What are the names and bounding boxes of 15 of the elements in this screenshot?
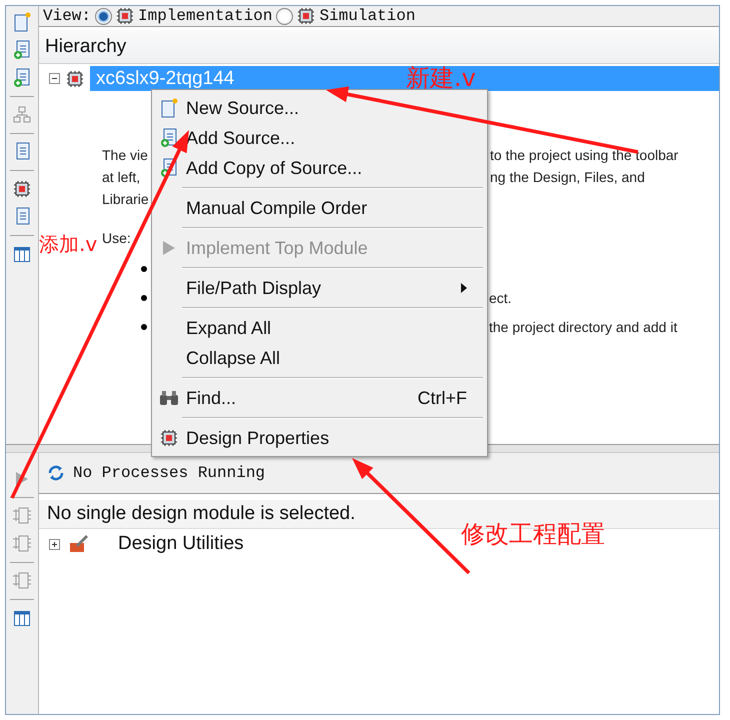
bullet-text: the project directory and add it — [489, 318, 678, 336]
annotation-label: 修改工程配置 — [461, 520, 605, 549]
description-text: ng the Design, Files, and — [490, 168, 645, 186]
description-text: Librarie — [102, 190, 149, 208]
process-status: No Processes Running — [73, 464, 266, 482]
description-text: to the project using the toolbar — [490, 146, 678, 164]
message-text: No single design module is selected. — [47, 503, 356, 525]
description-text: The vie — [102, 146, 148, 164]
use-label: Use: — [102, 230, 131, 246]
bullet-text: ect. — [489, 289, 512, 307]
description-text: at left, — [102, 168, 140, 186]
pane-title: Hierarchy — [45, 36, 126, 58]
view-label: View: — [43, 7, 92, 25]
annotation-label: 添加.v — [39, 232, 98, 256]
annotation-label: 新建.v — [406, 64, 476, 93]
